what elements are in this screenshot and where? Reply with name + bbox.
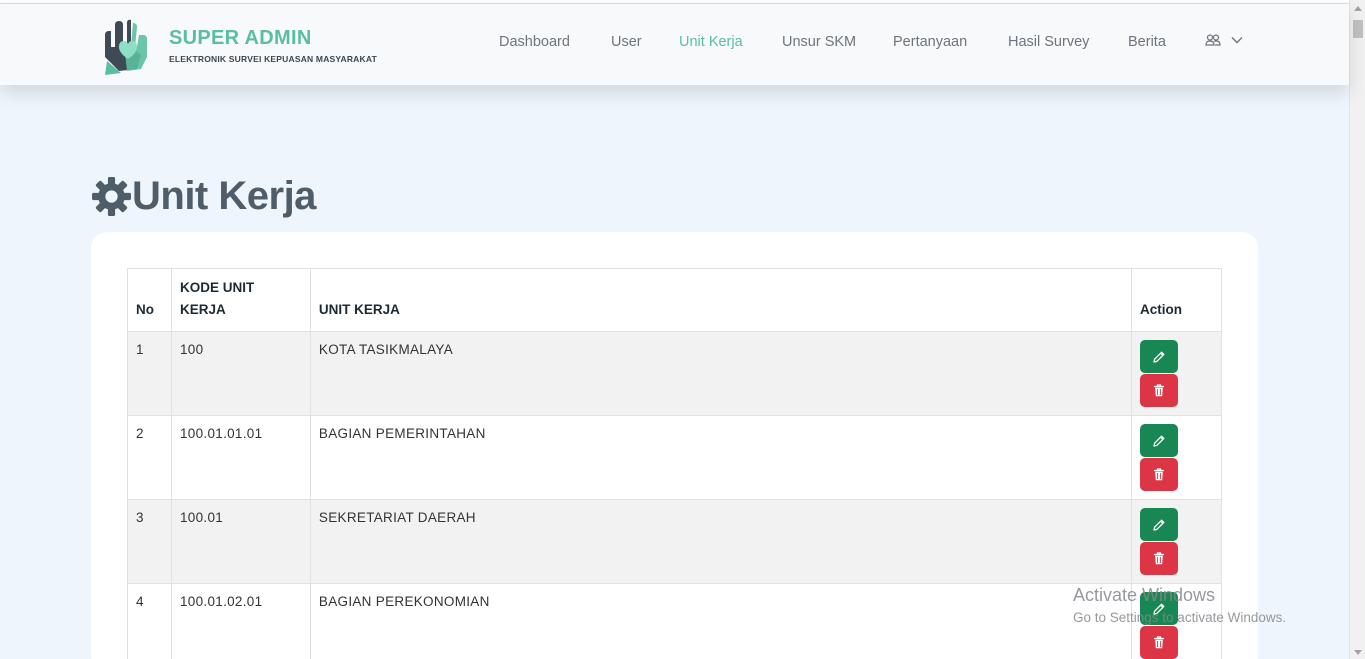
header-kode-unit-kerja: KODE UNIT KERJA: [170, 268, 311, 332]
cell-no: 2: [127, 415, 172, 500]
scroll-up-icon[interactable]: [1354, 6, 1362, 11]
table-header-row: No KODE UNIT KERJA UNIT KERJA Action: [127, 268, 1222, 332]
nav-item-berita[interactable]: Berita: [1128, 34, 1166, 50]
table-row: 1 100 KOTA TASIKMALAYA: [127, 331, 1222, 416]
edit-button[interactable]: [1140, 508, 1179, 541]
nav-item-hasil-survey[interactable]: Hasil Survey: [1008, 34, 1089, 50]
users-icon: [1205, 34, 1221, 46]
edit-button[interactable]: [1140, 592, 1179, 625]
cell-kode: 100.01.02.01: [170, 583, 311, 659]
header-action: Action: [1131, 268, 1222, 332]
edit-button[interactable]: [1140, 424, 1179, 457]
pencil-icon: [1153, 351, 1165, 363]
pencil-icon: [1153, 603, 1165, 615]
cell-unit: BAGIAN PEREKONOMIAN: [309, 583, 1133, 659]
trash-icon: [1154, 468, 1165, 481]
table-row: 4 100.01.02.01 BAGIAN PEREKONOMIAN: [127, 583, 1222, 659]
edit-button[interactable]: [1140, 340, 1179, 373]
scroll-down-icon[interactable]: [1354, 650, 1362, 655]
trash-icon: [1154, 552, 1165, 565]
nav-item-unsur-skm[interactable]: Unsur SKM: [782, 34, 856, 50]
trash-icon: [1154, 384, 1165, 397]
cell-action: [1131, 415, 1222, 500]
table-row: 3 100.01 SEKRETARIAT DAERAH: [127, 499, 1222, 584]
cell-no: 1: [127, 331, 172, 416]
scroll-thumb[interactable]: [1353, 20, 1363, 38]
nav-item-pertanyaan[interactable]: Pertanyaan: [893, 34, 967, 50]
page-heading: Unit Kerja: [132, 174, 316, 218]
gear-icon: [92, 177, 131, 216]
chevron-down-icon: [1231, 37, 1243, 44]
cell-unit: KOTA TASIKMALAYA: [309, 331, 1133, 416]
unit-kerja-table: No KODE UNIT KERJA UNIT KERJA Action 1 1…: [127, 268, 1222, 659]
nav-item-user[interactable]: User: [611, 34, 642, 50]
cell-action: [1131, 331, 1222, 416]
cell-action: [1131, 583, 1222, 659]
navbar: SUPER ADMIN ELEKTRONIK SURVEI KEPUASAN M…: [0, 4, 1349, 85]
cell-no: 3: [127, 499, 172, 584]
main-nav: Dashboard User Unit Kerja Unsur SKM Pert…: [0, 34, 1349, 54]
nav-item-dashboard[interactable]: Dashboard: [499, 34, 570, 50]
nav-item-unit-kerja[interactable]: Unit Kerja: [679, 34, 743, 50]
cell-kode: 100: [170, 331, 311, 416]
table-row: 2 100.01.01.01 BAGIAN PEMERINTAHAN: [127, 415, 1222, 500]
cell-unit: BAGIAN PEMERINTAHAN: [309, 415, 1133, 500]
trash-icon: [1154, 636, 1165, 649]
user-menu[interactable]: [1205, 34, 1243, 46]
delete-button[interactable]: [1140, 458, 1179, 491]
cell-kode: 100.01.01.01: [170, 415, 311, 500]
pencil-icon: [1153, 435, 1165, 447]
brand-subtitle: ELEKTRONIK SURVEI KEPUASAN MASYARAKAT: [169, 54, 377, 64]
header-unit-kerja: UNIT KERJA: [309, 268, 1133, 332]
delete-button[interactable]: [1140, 626, 1179, 659]
header-no: No: [127, 268, 172, 332]
cell-kode: 100.01: [170, 499, 311, 584]
cell-action: [1131, 499, 1222, 584]
page-title: Unit Kerja: [91, 174, 316, 219]
cell-no: 4: [127, 583, 172, 659]
cell-unit: SEKRETARIAT DAERAH: [309, 499, 1133, 584]
delete-button[interactable]: [1140, 374, 1179, 407]
pencil-icon: [1153, 519, 1165, 531]
delete-button[interactable]: [1140, 542, 1179, 575]
page-scrollbar[interactable]: [1349, 0, 1365, 659]
